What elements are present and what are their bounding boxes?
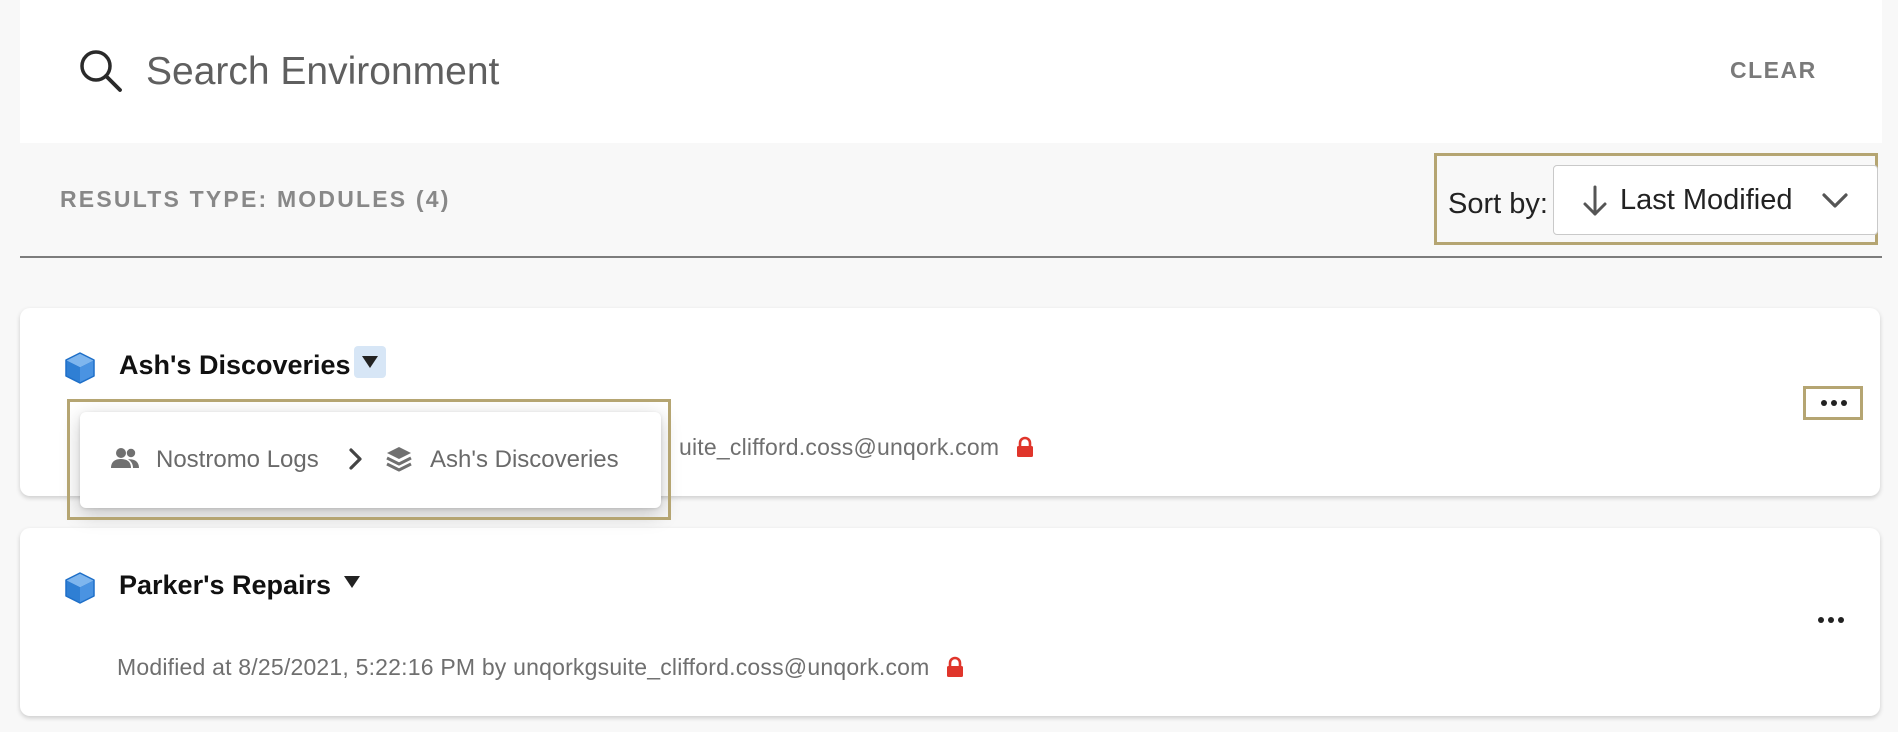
popover-highlight-frame (67, 399, 671, 520)
search-bar: CLEAR (20, 0, 1882, 143)
breadcrumb-toggle[interactable] (354, 346, 386, 378)
module-meta: Modified at 8/25/2021, 5:22:16 PM by unq… (117, 654, 964, 681)
clear-button[interactable]: CLEAR (1730, 50, 1817, 90)
module-cube-icon (65, 352, 95, 384)
more-horizontal-icon (1821, 400, 1847, 406)
module-title[interactable]: Ash's Discoveries (119, 350, 351, 381)
results-divider (20, 256, 1882, 258)
chevron-down-icon (1822, 193, 1848, 208)
results-type-label: RESULTS TYPE: MODULES (4) (60, 186, 451, 212)
caret-down-icon (344, 576, 360, 588)
arrow-down-icon (1583, 185, 1607, 216)
breadcrumb-toggle[interactable] (336, 566, 368, 598)
sort-by-label: Sort by: (1448, 188, 1548, 220)
more-horizontal-icon (1818, 617, 1844, 623)
sort-selected-value: Last Modified (1620, 184, 1793, 216)
module-cube-icon (65, 572, 95, 604)
more-options-button[interactable] (1803, 606, 1863, 640)
page: CLEAR RESULTS TYPE: MODULES (4) Sort by:… (0, 0, 1898, 732)
search-icon (80, 50, 122, 92)
module-title[interactable]: Parker's Repairs (119, 570, 331, 601)
lock-icon (1016, 436, 1033, 457)
module-card[interactable]: Parker's Repairs Modified at 8/25/2021, … (20, 528, 1880, 716)
more-options-button[interactable] (1803, 386, 1863, 420)
lock-icon (947, 656, 964, 677)
sort-select[interactable]: Last Modified (1553, 165, 1878, 235)
module-meta-text: Modified at 8/25/2021, 5:22:16 PM by unq… (117, 654, 930, 680)
search-input[interactable] (144, 36, 1648, 108)
caret-down-icon (362, 356, 378, 368)
